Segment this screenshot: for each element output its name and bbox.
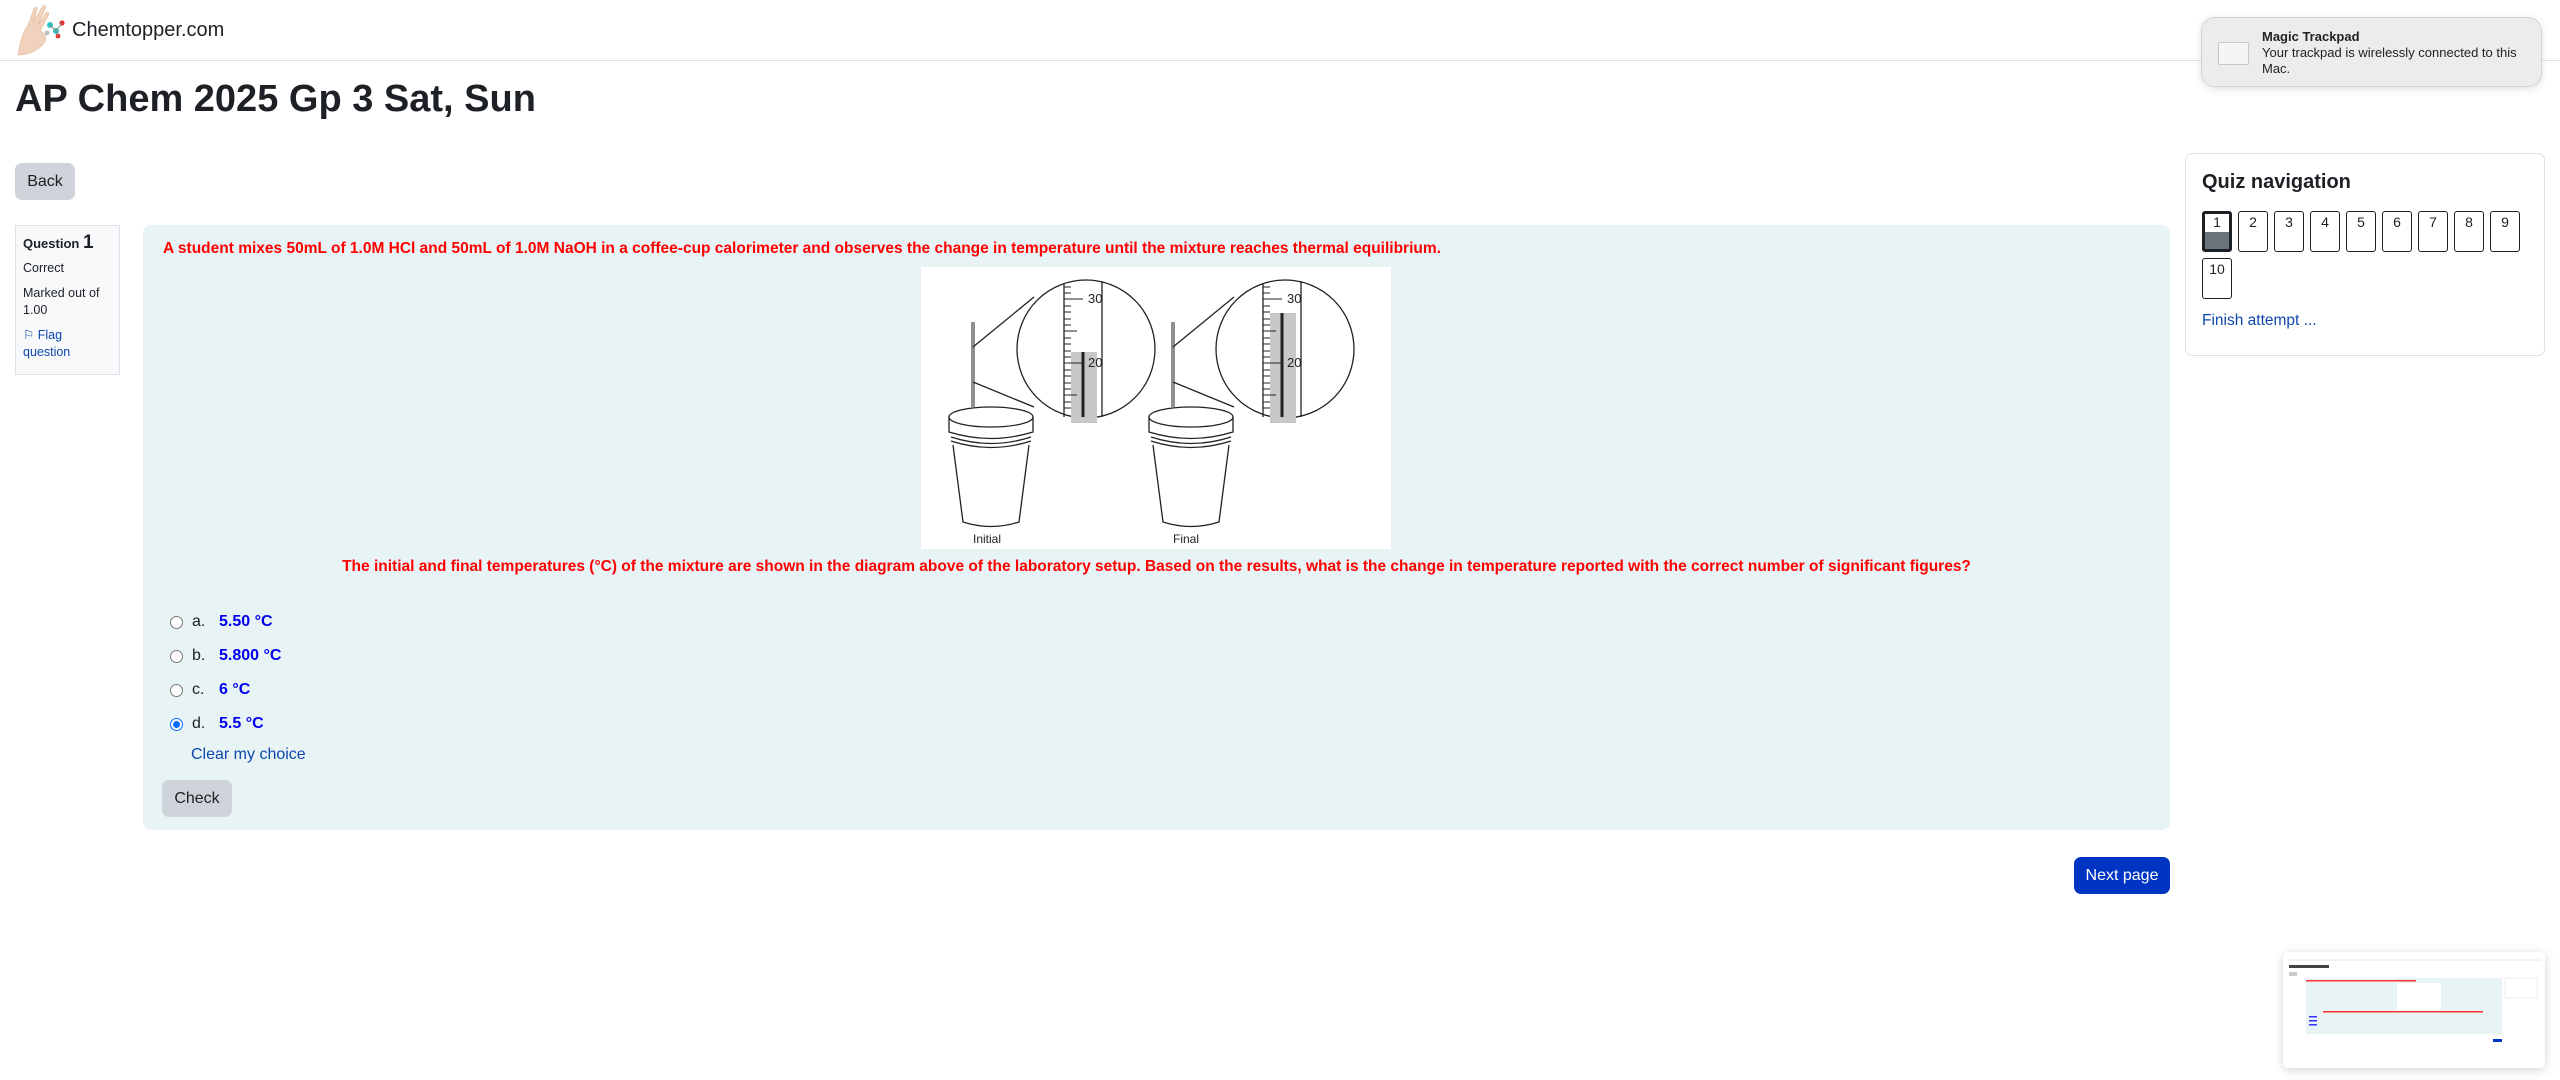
screenshot-thumbnail[interactable]	[2283, 952, 2545, 1068]
question-info-panel: Question 1 Correct Marked out of 1.00 ⚐ …	[15, 225, 120, 375]
answer-letter: b.	[192, 647, 206, 664]
quiz-nav-number: 6	[2393, 214, 2401, 230]
quiz-nav-number: 5	[2357, 214, 2365, 230]
answer-value: 5.800 °C	[219, 647, 282, 664]
answer-option-a[interactable]: a. 5.50 °C	[170, 605, 281, 639]
question-content: A student mixes 50mL of 1.0M HCl and 50m…	[143, 225, 2170, 830]
question-marks: Marked out of 1.00	[23, 286, 100, 317]
quiz-nav-button-8[interactable]: 8	[2454, 211, 2484, 252]
calorimeter-diagram: 30 20 30 20 Initial Final	[921, 267, 1391, 549]
quiz-navigation-panel: Quiz navigation 1 2 3 4 5 6 7 8 9 10 Fin…	[2185, 153, 2545, 356]
quiz-nav-number: 1	[2213, 214, 2221, 230]
initial-scale-30: 30	[1088, 291, 1102, 306]
quiz-nav-button-3[interactable]: 3	[2274, 211, 2304, 252]
answer-letter: d.	[192, 715, 206, 732]
quiz-nav-button-5[interactable]: 5	[2346, 211, 2376, 252]
notification-body: Your trackpad is wirelessly connected to…	[2262, 45, 2517, 76]
initial-calorimeter	[948, 279, 1156, 528]
notification-title: Magic Trackpad	[2262, 29, 2360, 44]
answer-radio-c[interactable]	[170, 683, 183, 697]
answer-value: 5.50 °C	[219, 613, 273, 630]
trackpad-icon	[2218, 42, 2249, 65]
quiz-nav-number: 9	[2501, 214, 2509, 230]
quiz-nav-number: 8	[2465, 214, 2473, 230]
quiz-nav-button-2[interactable]: 2	[2238, 211, 2268, 252]
answer-value: 6 °C	[219, 681, 251, 698]
answer-option-c[interactable]: c. 6 °C	[170, 673, 281, 707]
notification-toast[interactable]: Magic Trackpad Your trackpad is wireless…	[2201, 17, 2542, 87]
question-text-prompt: The initial and final temperatures (°C) …	[342, 558, 1971, 575]
quiz-nav-button-4[interactable]: 4	[2310, 211, 2340, 252]
final-scale-20: 20	[1287, 355, 1301, 370]
quiz-nav-button-9[interactable]: 9	[2490, 211, 2520, 252]
question-number: Question 1	[23, 232, 112, 253]
question-number-value: 1	[82, 232, 94, 253]
quiz-nav-button-7[interactable]: 7	[2418, 211, 2448, 252]
question-status: Correct	[23, 261, 64, 275]
site-name[interactable]: Chemtopper.com	[72, 19, 224, 42]
answer-radio-b[interactable]	[170, 649, 183, 663]
check-button[interactable]: Check	[162, 780, 232, 817]
answer-letter: a.	[192, 613, 206, 630]
finish-attempt-link[interactable]: Finish attempt ...	[2202, 312, 2317, 330]
back-button[interactable]: Back	[15, 163, 75, 200]
question-text-intro: A student mixes 50mL of 1.0M HCl and 50m…	[163, 240, 1441, 257]
answer-value: 5.5 °C	[219, 715, 264, 732]
initial-label: Initial	[973, 532, 1001, 546]
final-calorimeter	[1148, 279, 1355, 528]
quiz-nav-number: 3	[2285, 214, 2293, 230]
quiz-nav-button-10[interactable]: 10	[2202, 258, 2232, 299]
answer-radio-d[interactable]	[170, 717, 183, 731]
page-title: AP Chem 2025 Gp 3 Sat, Sun	[15, 78, 536, 120]
question-label: Question	[23, 236, 80, 251]
next-page-button[interactable]: Next page	[2074, 857, 2170, 894]
answered-indicator	[2205, 231, 2229, 249]
answer-radio-a[interactable]	[170, 615, 183, 629]
initial-scale-20: 20	[1088, 355, 1102, 370]
final-label: Final	[1173, 532, 1199, 546]
quiz-nav-button-1[interactable]: 1	[2202, 211, 2232, 252]
quiz-nav-number: 2	[2249, 214, 2257, 230]
quiz-nav-number: 10	[2209, 261, 2225, 277]
top-navbar: Chemtopper.com	[0, 0, 2560, 61]
hand-molecule-logo-icon[interactable]	[14, 3, 70, 57]
final-scale-30: 30	[1287, 291, 1301, 306]
answer-option-b[interactable]: b. 5.800 °C	[170, 639, 281, 673]
screenshot-preview-icon	[2283, 952, 2545, 1068]
flag-question-link[interactable]: ⚐ Flag question	[23, 327, 112, 361]
flag-icon: ⚐	[23, 328, 35, 342]
quiz-navigation-title: Quiz navigation	[2202, 171, 2351, 193]
clear-choice-link[interactable]: Clear my choice	[191, 746, 306, 764]
quiz-nav-button-6[interactable]: 6	[2382, 211, 2412, 252]
answer-letter: c.	[192, 681, 205, 698]
quiz-nav-number: 7	[2429, 214, 2437, 230]
answer-options: a. 5.50 °C b. 5.800 °C c. 6 °C d. 5.5 °C	[170, 605, 281, 741]
answer-option-d[interactable]: d. 5.5 °C	[170, 707, 281, 741]
quiz-nav-number: 4	[2321, 214, 2329, 230]
quiz-nav-grid: 1 2 3 4 5 6 7 8 9 10	[2202, 211, 2532, 305]
